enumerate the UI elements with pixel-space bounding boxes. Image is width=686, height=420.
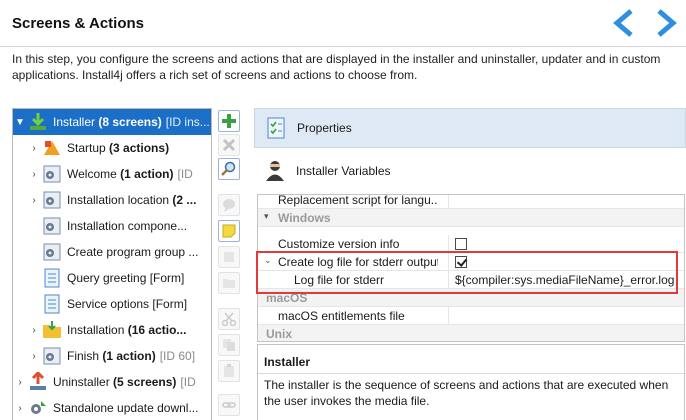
properties-label: Properties bbox=[297, 121, 352, 135]
step-header: Screens & Actions bbox=[0, 0, 686, 46]
tree-item-startup[interactable]: › Startup (3 actions) bbox=[13, 135, 211, 161]
comment-icon bbox=[223, 199, 235, 212]
startup-icon bbox=[41, 138, 63, 158]
description-title: Installer bbox=[264, 355, 311, 369]
expand-arrow-icon[interactable]: › bbox=[27, 169, 41, 180]
screen-gear-icon bbox=[41, 164, 63, 184]
magnifier-icon bbox=[221, 161, 236, 176]
screen-gear-icon bbox=[41, 346, 63, 366]
scissors-icon bbox=[222, 312, 236, 326]
copy-button[interactable] bbox=[218, 334, 240, 356]
expand-arrow-icon[interactable]: › bbox=[27, 351, 41, 362]
create-log-file-checkbox[interactable] bbox=[455, 256, 467, 268]
tree-item-create-program-group[interactable]: Create program group ... bbox=[13, 239, 211, 265]
edit-button[interactable] bbox=[218, 246, 240, 268]
tree-item-installation-location[interactable]: › Installation location (2 ... bbox=[13, 187, 211, 213]
description-panel: Installer The installer is the sequence … bbox=[257, 344, 686, 420]
page-title: Screens & Actions bbox=[12, 15, 144, 32]
tree-toolbar bbox=[214, 108, 244, 420]
properties-panel: Properties Installer Variables Replaceme… bbox=[254, 108, 686, 420]
back-arrow-icon[interactable] bbox=[610, 8, 638, 38]
tree-item-installation-components[interactable]: Installation compone... bbox=[13, 213, 211, 239]
header-divider bbox=[0, 46, 686, 47]
paste-button[interactable] bbox=[218, 360, 240, 382]
category-row-windows[interactable]: ▾ Windows bbox=[258, 209, 684, 227]
tree-item-query-greeting[interactable]: Query greeting [Form] bbox=[13, 265, 211, 291]
form-icon bbox=[41, 294, 63, 314]
screen-gear-icon bbox=[41, 242, 63, 262]
sticky-note-icon bbox=[222, 224, 236, 238]
folder-button[interactable] bbox=[218, 272, 240, 294]
updater-icon bbox=[27, 398, 49, 418]
property-row[interactable]: Replacement script for langu... bbox=[258, 195, 684, 209]
properties-checklist-icon bbox=[265, 117, 287, 139]
screen-gear-icon bbox=[41, 216, 63, 236]
installer-variables-tab[interactable]: Installer Variables bbox=[254, 152, 686, 190]
property-row-customize-version-info[interactable]: Customize version info bbox=[258, 235, 684, 253]
link-button[interactable] bbox=[218, 394, 240, 416]
expand-arrow-icon[interactable]: › bbox=[27, 325, 41, 336]
folder-icon bbox=[41, 320, 63, 340]
log-file-path-field[interactable]: ${compiler:sys.mediaFileName}_error.log bbox=[448, 271, 684, 289]
add-button[interactable] bbox=[218, 110, 240, 132]
forward-arrow-icon[interactable] bbox=[652, 8, 680, 38]
expand-arrow-icon[interactable]: › bbox=[27, 143, 41, 154]
collapse-arrow-icon[interactable]: ▾ bbox=[264, 211, 269, 222]
copy-icon bbox=[223, 339, 235, 351]
paste-icon bbox=[224, 364, 234, 377]
collapse-arrow-icon[interactable]: ⌄ bbox=[264, 255, 272, 266]
plus-icon bbox=[222, 114, 236, 128]
category-row-unix[interactable]: Unix bbox=[258, 325, 684, 341]
tree-item-installer[interactable]: ▼ Installer (8 screens) [ID ins... bbox=[13, 109, 211, 135]
link-icon bbox=[222, 402, 236, 408]
step-description: In this step, you configure the screens … bbox=[12, 52, 661, 82]
property-value-field[interactable] bbox=[448, 195, 684, 209]
tree-item-standalone-update-downloader[interactable]: › Standalone update downl... bbox=[13, 395, 211, 420]
expand-arrow-icon[interactable]: › bbox=[27, 195, 41, 206]
category-row-macos[interactable]: macOS bbox=[258, 289, 684, 307]
description-text: The installer is the sequence of screens… bbox=[264, 378, 669, 408]
search-button[interactable] bbox=[218, 158, 240, 180]
tree-item-finish[interactable]: › Finish (1 action) [ID 60] bbox=[13, 343, 211, 369]
user-variable-icon bbox=[264, 160, 286, 182]
tree-item-installation[interactable]: › Installation (16 actio... bbox=[13, 317, 211, 343]
tree-item-service-options[interactable]: Service options [Form] bbox=[13, 291, 211, 317]
delete-button[interactable] bbox=[218, 134, 240, 156]
macos-entitlements-field[interactable] bbox=[448, 307, 684, 325]
properties-tab[interactable]: Properties bbox=[254, 108, 686, 148]
delete-x-icon bbox=[222, 138, 236, 152]
cut-button[interactable] bbox=[218, 308, 240, 330]
expand-arrow-icon[interactable]: › bbox=[13, 377, 27, 388]
customize-version-info-checkbox[interactable] bbox=[455, 238, 467, 250]
note-button[interactable] bbox=[218, 220, 240, 242]
installer-icon bbox=[27, 112, 49, 132]
property-row-macos-entitlements[interactable]: macOS entitlements file bbox=[258, 307, 684, 325]
edit-icon bbox=[224, 252, 234, 262]
description-divider bbox=[258, 373, 686, 374]
form-icon bbox=[41, 268, 63, 288]
property-grid[interactable]: Replacement script for langu... ▾ Window… bbox=[257, 194, 685, 342]
screens-actions-tree[interactable]: ▼ Installer (8 screens) [ID ins... › Sta… bbox=[12, 108, 212, 420]
installer-variables-label: Installer Variables bbox=[296, 164, 391, 178]
comment-button[interactable] bbox=[218, 194, 240, 216]
screen-gear-icon bbox=[41, 190, 63, 210]
expand-arrow-icon[interactable]: › bbox=[13, 403, 27, 414]
property-row-log-file-for-stderr[interactable]: Log file for stderr ${compiler:sys.media… bbox=[258, 271, 684, 289]
uninstaller-icon bbox=[27, 372, 49, 392]
tree-item-welcome[interactable]: › Welcome (1 action) [ID bbox=[13, 161, 211, 187]
tree-item-uninstaller[interactable]: › Uninstaller (5 screens) [ID bbox=[13, 369, 211, 395]
property-row-create-log-file[interactable]: ⌄ Create log file for stderr output bbox=[258, 253, 684, 271]
collapse-arrow-icon[interactable]: ▼ bbox=[13, 117, 27, 128]
navigation-arrows bbox=[610, 8, 680, 38]
folder-icon bbox=[223, 279, 235, 288]
